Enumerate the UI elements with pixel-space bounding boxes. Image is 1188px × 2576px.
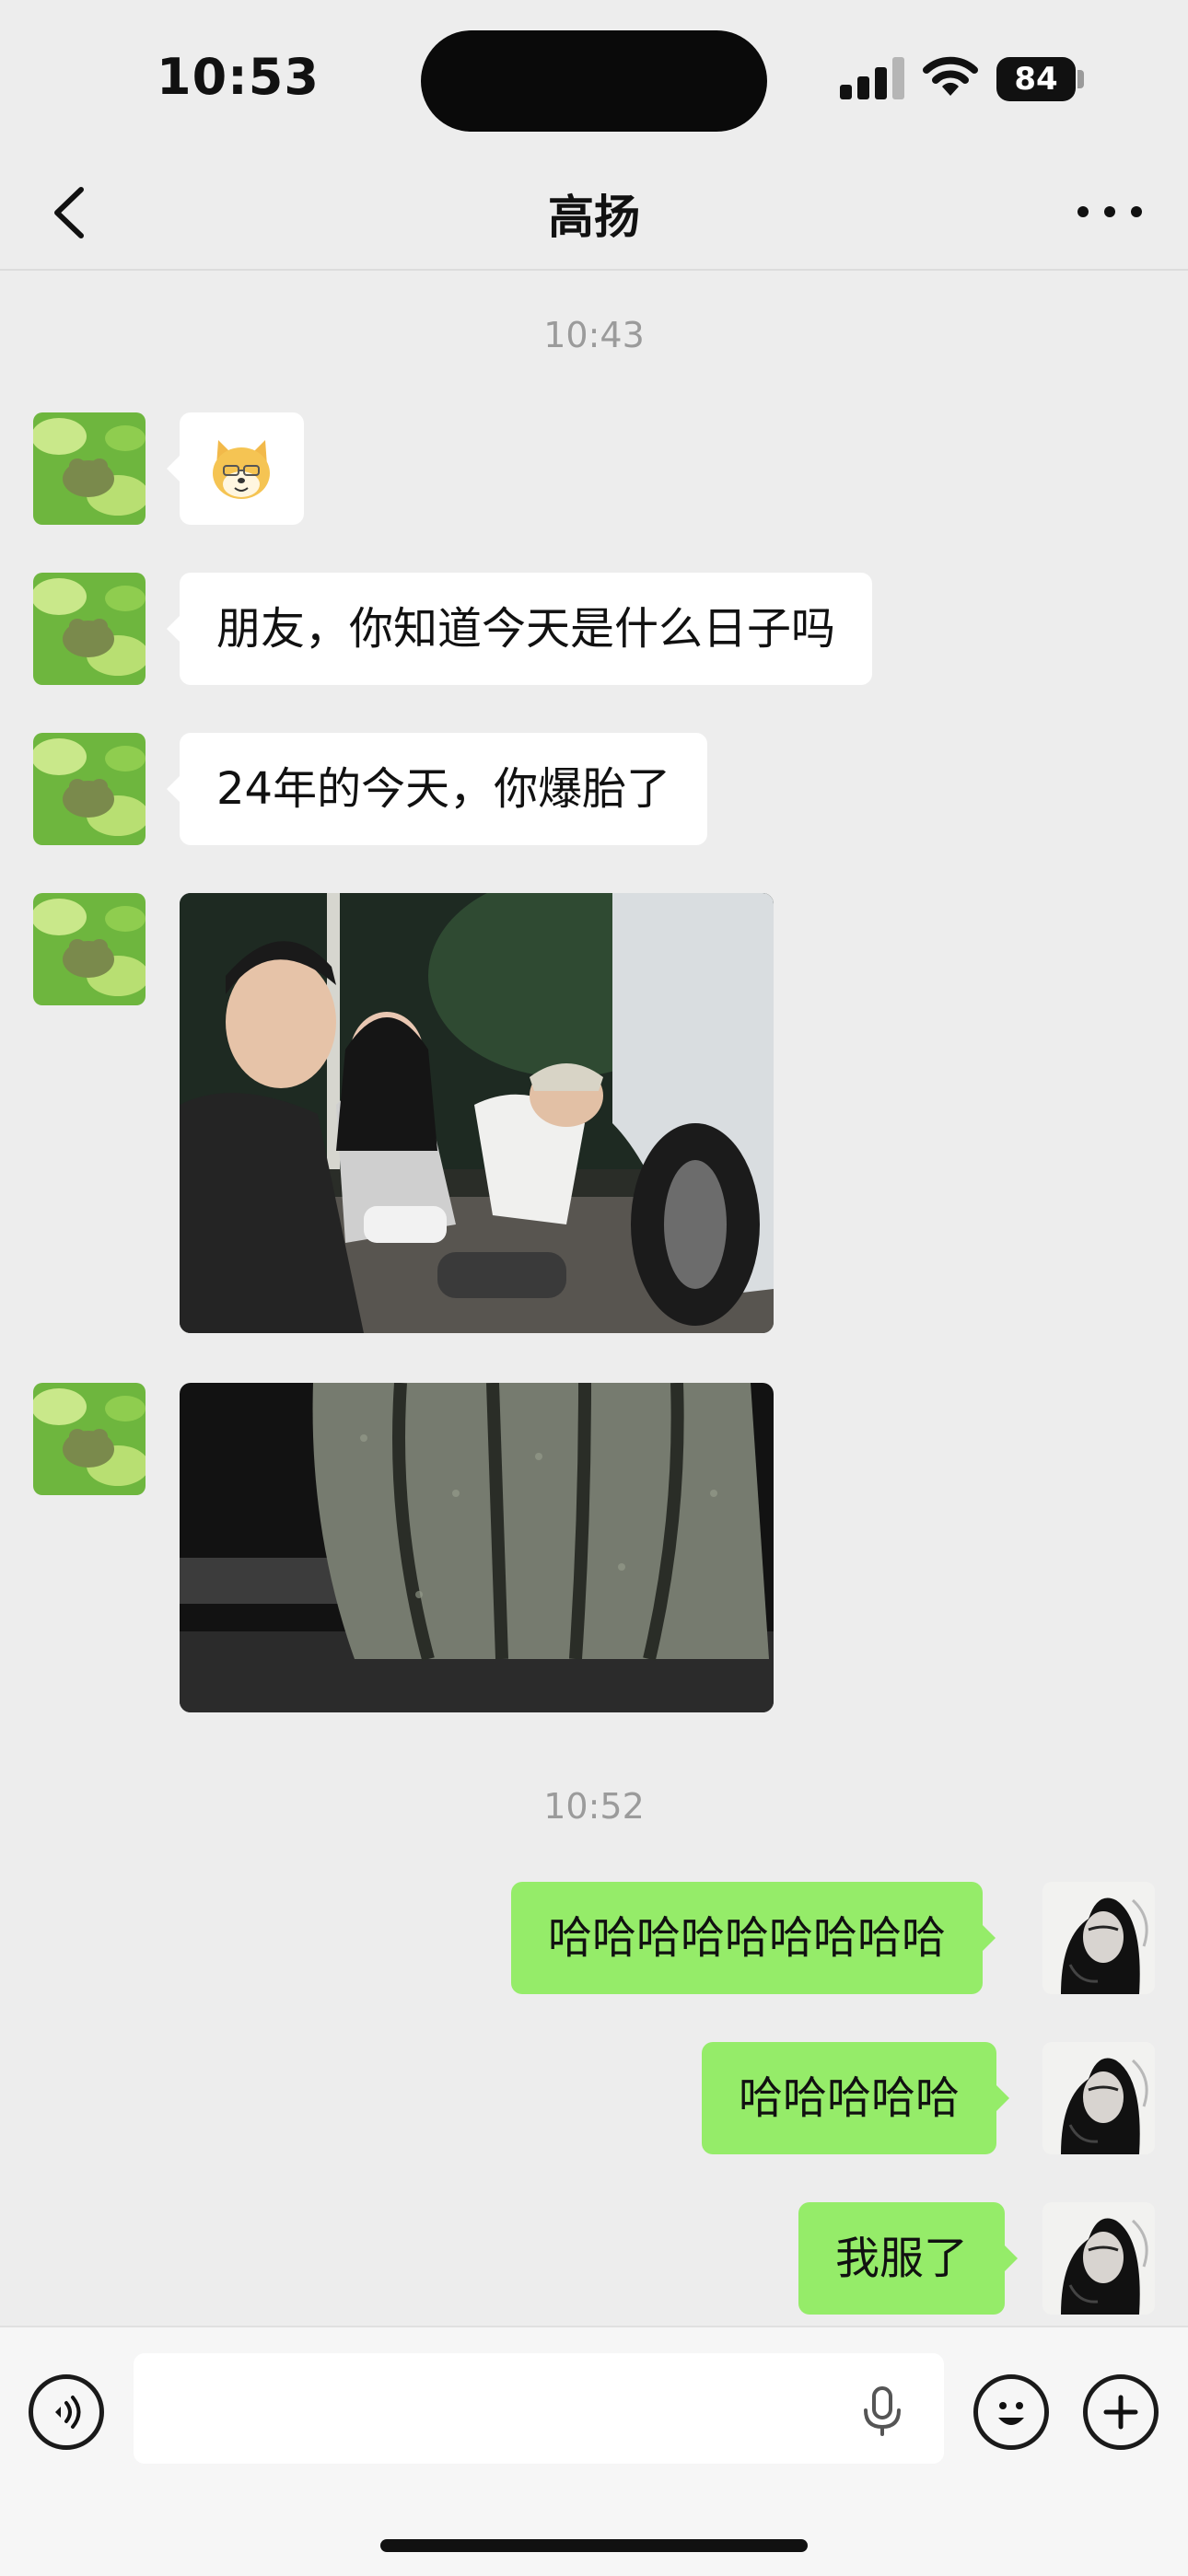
cellular-signal-icon: [840, 57, 906, 99]
timestamp: 10:52: [543, 1786, 645, 1827]
chat-header: 高扬: [0, 157, 1188, 271]
message-bubble-sent[interactable]: 哈哈哈哈哈: [702, 2042, 1010, 2154]
battery-icon: 84: [996, 57, 1076, 101]
chat-title: 高扬: [548, 191, 640, 244]
contact-avatar[interactable]: [33, 893, 146, 1005]
battery-tip: [1077, 70, 1084, 88]
shiba-sticker-icon: [213, 440, 270, 499]
plus-icon[interactable]: [1083, 2374, 1159, 2450]
my-avatar[interactable]: [1042, 2202, 1155, 2315]
message-bubble[interactable]: 朋友，你知道今天是什么日子吗: [166, 573, 873, 685]
dynamic-island: [421, 30, 767, 132]
timestamp: 10:43: [543, 315, 645, 355]
plus-glyph: [1103, 2395, 1138, 2430]
message-bubble-sent[interactable]: 我服了: [798, 2202, 1019, 2315]
contact-avatar[interactable]: [33, 412, 146, 525]
voice-waves-glyph: [55, 2396, 81, 2429]
photo-message-tire[interactable]: [180, 1383, 774, 1712]
message-bubble-sent[interactable]: 哈哈哈哈哈哈哈哈哈: [511, 1882, 996, 1994]
my-avatar[interactable]: [1042, 1882, 1155, 1994]
status-time: 10:53: [157, 48, 320, 106]
wifi-icon: [923, 56, 978, 96]
message-bubble[interactable]: 24年的今天，你爆胎了: [166, 733, 708, 845]
smiley-glyph: [998, 2402, 1024, 2425]
home-indicator: [380, 2539, 808, 2552]
message-input[interactable]: [134, 2353, 944, 2464]
sticker-bubble[interactable]: [167, 412, 304, 525]
photo-message-group[interactable]: [180, 893, 774, 1333]
more-icon[interactable]: [1077, 184, 1142, 239]
microphone-icon[interactable]: [855, 2383, 910, 2438]
contact-avatar[interactable]: [33, 733, 146, 845]
contact-avatar[interactable]: [33, 1383, 146, 1495]
emoji-icon[interactable]: [973, 2374, 1049, 2450]
contact-avatar[interactable]: [33, 573, 146, 685]
status-bar: 10:53 84: [0, 0, 1188, 157]
voice-icon[interactable]: [29, 2374, 104, 2450]
my-avatar[interactable]: [1042, 2042, 1155, 2154]
